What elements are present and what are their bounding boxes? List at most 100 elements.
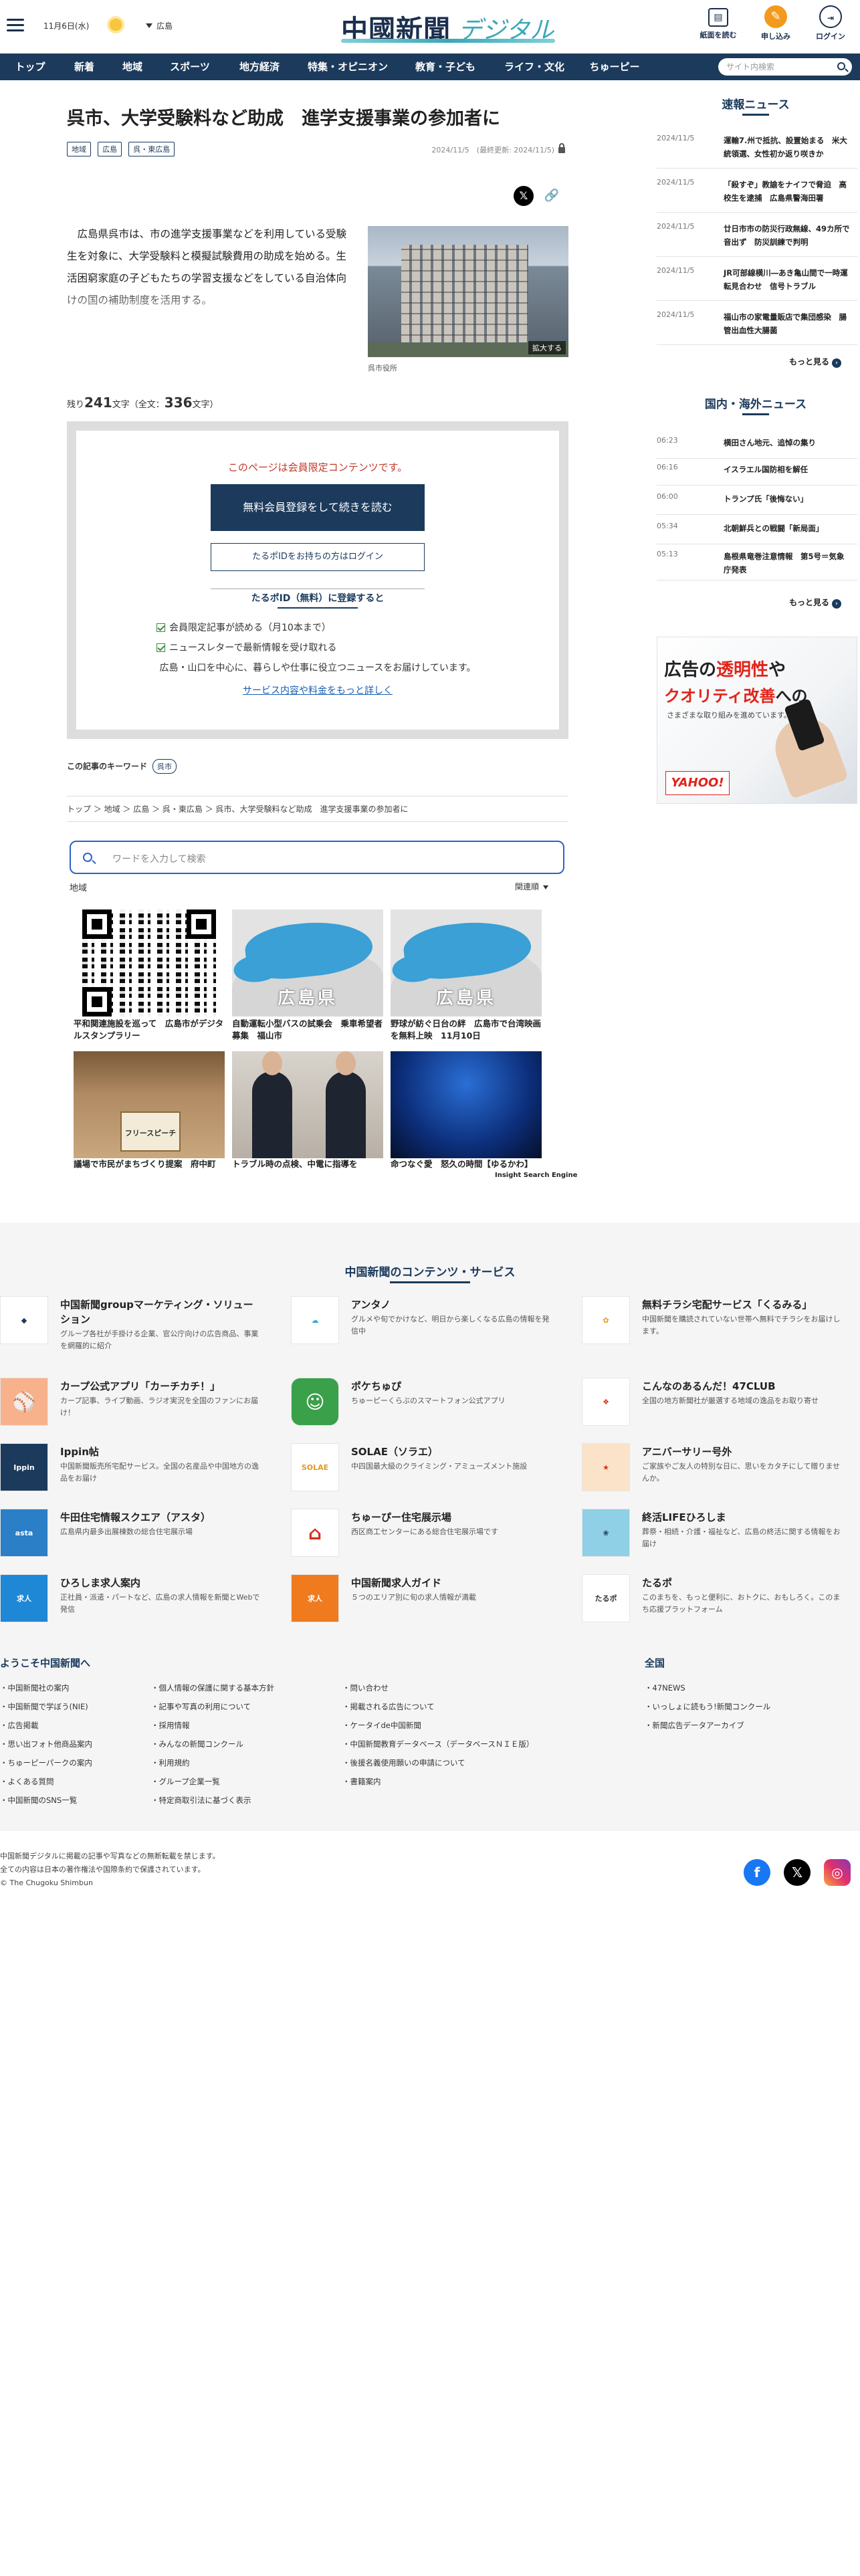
breaking-news-item[interactable]: 2024/11/5 「殺すぞ」教諭をナイフで脅迫 高校生を逮捕 広島県警海田署: [657, 178, 857, 213]
tarupo-login-button[interactable]: たるポIDをお持ちの方はログイン: [211, 543, 425, 571]
footer-link[interactable]: 後援名義使用願いの申請について: [342, 1757, 465, 1768]
footer-link[interactable]: 掲載される広告について: [342, 1701, 435, 1712]
service-item[interactable]: ☁ アンタノ グルメや旬でかけなど、明日から楽しくなる広島の情報を発信中: [291, 1296, 558, 1350]
footer-link[interactable]: 47NEWS: [645, 1683, 685, 1693]
service-details-link[interactable]: サービス内容や料金をもっと詳しく: [76, 683, 559, 697]
world-news-item[interactable]: 05:13 島根県竜巻注意情報 第5号＝気象庁発表: [657, 550, 857, 580]
service-item[interactable]: ★ アニバーサリー号外 ご家族やご友人の特別な日に、思いをカタチにして贈りません…: [582, 1443, 849, 1497]
breaking-news-item[interactable]: 2024/11/5 廿日市市の防災行政無線、49カ所で音出ず 防災訓練で判明: [657, 222, 857, 257]
world-news-item[interactable]: 06:16 イスラエル国防相を解任: [657, 463, 857, 486]
service-item[interactable]: 求人 中国新聞求人ガイド ５つのエリア別に旬の求人情報が満載: [291, 1574, 558, 1628]
footer-link[interactable]: 特定商取引法に基づく表示: [151, 1795, 251, 1806]
search-result-caption[interactable]: 議場で市民がまちづくり提案 府中町: [74, 1158, 225, 1182]
footer-link[interactable]: 書籍案内: [342, 1776, 381, 1787]
sidebar-ad-banner[interactable]: 広告の透明性や クオリティ改善への さまざまな取り組みを進めています。 YAHO…: [657, 637, 857, 804]
nav-region[interactable]: 地域: [108, 53, 156, 80]
footer-link[interactable]: 問い合わせ: [342, 1683, 389, 1693]
nav-life[interactable]: ライフ・文化: [491, 53, 578, 80]
footer-link[interactable]: 利用規約: [151, 1757, 190, 1768]
nav-opinion[interactable]: 特集・オピニオン: [296, 53, 400, 80]
x-icon[interactable]: 𝕏: [784, 1859, 811, 1886]
service-item[interactable]: ✿ 無料チラシ宅配サービス「くるみる」 中国新聞を購読されていない世帯へ無料でチ…: [582, 1296, 849, 1350]
service-item[interactable]: Ippin Ippin帖 中国新聞販売所宅配サービス。全国の名産品や中国地方の逸…: [0, 1443, 267, 1497]
weather-sun-icon[interactable]: [107, 16, 124, 33]
article-search-input[interactable]: ワードを入力して検索: [70, 841, 564, 874]
nav-economy[interactable]: 地方経済: [223, 53, 296, 80]
footer-link[interactable]: ケータイde中国新聞: [342, 1720, 421, 1731]
read-paper-button[interactable]: ▤ 紙面を読む: [698, 5, 738, 40]
search-result-thumb[interactable]: フリースピーチ: [74, 1051, 225, 1158]
site-logo[interactable]: 中國新聞 デジタル: [334, 5, 562, 45]
service-item[interactable]: asta 牛田住宅情報スクエア（アスタ） 広島県内最多出展棟数の総合住宅展示場: [0, 1509, 267, 1562]
footer-link[interactable]: 中国新聞で学ぼう(NIE): [0, 1701, 88, 1712]
footer-link[interactable]: よくある質問: [0, 1776, 54, 1787]
world-news-item[interactable]: 06:23 横田さん地元、追悼の集り: [657, 436, 857, 459]
tag-kure[interactable]: 呉・東広島: [128, 142, 175, 156]
subscribe-label: 申し込み: [761, 32, 790, 41]
world-news-item[interactable]: 05:34 北朝鮮兵との戦闘「新局面」: [657, 522, 857, 544]
nav-education[interactable]: 教育・子ども: [400, 53, 491, 80]
share-x-icon[interactable]: 𝕏: [514, 186, 534, 206]
login-button[interactable]: ⇥ ログイン: [811, 5, 851, 41]
search-result-thumb[interactable]: 広島県: [391, 909, 542, 1016]
service-item[interactable]: ⚾ カープ公式アプリ「カーチカチ！」 カープ記事、ライブ動画、ラジオ実況を全国の…: [0, 1378, 267, 1431]
footer-link[interactable]: 中国新聞教育データベース（データベースＮＩＥ版）: [342, 1739, 534, 1749]
facebook-icon[interactable]: f: [744, 1859, 770, 1886]
world-news-item[interactable]: 06:00 トランプ氏「後悔ない」: [657, 492, 857, 515]
search-result-caption[interactable]: 平和関連施設を巡って 広島市がデジタルスタンプラリー: [74, 1018, 225, 1042]
service-item[interactable]: ☺ ポケちゅぴ ちゅーピーくらぶのスマートフォン公式アプリ: [291, 1378, 558, 1431]
search-result-thumb[interactable]: [391, 1051, 542, 1158]
nav-chupi[interactable]: ちゅーピー: [578, 53, 651, 80]
footer-link[interactable]: 記事や写真の利用について: [151, 1701, 251, 1712]
service-desc: 中国新聞販売所宅配サービス。全国の名産品や中国地方の逸品をお届け: [60, 1462, 259, 1483]
world-more-link[interactable]: もっと見る ›: [789, 597, 842, 609]
nav-sports[interactable]: スポーツ: [156, 53, 223, 80]
search-result-thumb[interactable]: [232, 1051, 383, 1158]
region-selector[interactable]: 広島: [146, 20, 173, 31]
footer-link[interactable]: いっしょに読もう!新聞コンクール: [645, 1701, 771, 1712]
breadcrumb[interactable]: トップ ＞ 地域 ＞ 広島 ＞ 呉・東広島 ＞ 呉市、大学受験料など助成 進学支…: [67, 796, 568, 822]
service-item[interactable]: 求人 ひろしま求人案内 正社員・派遣・パートなど、広島の求人情報を新聞とWebで…: [0, 1574, 267, 1628]
breaking-news-item[interactable]: 2024/11/5 運輸7.州で抵抗、設置始まる 米大統領選、女性初か返り咲きか: [657, 134, 857, 169]
footer-link[interactable]: 中国新聞のSNS一覧: [0, 1795, 78, 1806]
search-result-caption[interactable]: 自動運転小型バスの試乗会 乗車希望者募集 福山市: [232, 1018, 383, 1042]
service-item[interactable]: たるポ たるポ このまちを、もっと便利に、おトクに、おもしろく。このまち応援プラ…: [582, 1574, 849, 1628]
footer-link[interactable]: 個人情報の保護に関する基本方針: [151, 1683, 275, 1693]
sort-select[interactable]: 関連順: [515, 881, 549, 892]
service-item[interactable]: SOLAE SOLAE（ソラエ） 中四国最大級のクライミング・アミューズメント施…: [291, 1443, 558, 1497]
menu-icon[interactable]: [7, 19, 24, 32]
search-result-thumb[interactable]: 広島県: [232, 909, 383, 1016]
service-item[interactable]: ⌂ ちゅーぴー住宅展示場 西区商工センターにある総合住宅展示場です: [291, 1509, 558, 1562]
copy-link-icon[interactable]: 🔗: [543, 187, 560, 205]
search-icon[interactable]: [837, 62, 845, 70]
register-button[interactable]: 無料会員登録をして続きを読む: [211, 484, 425, 531]
article-photo[interactable]: 拡大する: [368, 226, 568, 357]
tag-hiroshima[interactable]: 広島: [98, 142, 122, 156]
service-item[interactable]: ◆ 中国新聞groupマーケティング・ソリューション グループ各社が手掛ける企業…: [0, 1296, 267, 1350]
footer-link[interactable]: 新聞広告データアーカイブ: [645, 1720, 744, 1731]
asta-logo-icon: asta: [0, 1509, 48, 1557]
footer-link[interactable]: 中国新聞社の案内: [0, 1683, 70, 1693]
breaking-news-item[interactable]: 2024/11/5 JR可部線横川―あき亀山間で一時運転見合わせ 信号トラブル: [657, 266, 857, 301]
search-result-caption[interactable]: トラブル時の点検、中電に指導を: [232, 1158, 383, 1182]
service-item[interactable]: ❖ こんなのあるんだ！47CLUB 全国の地方新聞社が厳選する地域の逸品をお取り…: [582, 1378, 849, 1431]
service-item[interactable]: ❀ 終活LIFEひろしま 葬祭・相続・介護・福祉など、広島の終活に関する情報をお…: [582, 1509, 849, 1562]
footer-link[interactable]: ちゅーピーパークの案内: [0, 1757, 92, 1768]
keyword-tag[interactable]: 呉市: [152, 759, 177, 774]
enlarge-button[interactable]: 拡大する: [528, 341, 566, 354]
search-result-caption[interactable]: 野球が紡ぐ日台の絆 広島市で台湾映画を無料上映 11月10日: [391, 1018, 542, 1042]
breaking-news-item[interactable]: 2024/11/5 福山市の家電量販店で集団感染 腸管出血性大腸菌: [657, 310, 857, 345]
search-result-thumb[interactable]: [74, 909, 225, 1016]
breaking-more-link[interactable]: もっと見る ›: [789, 356, 842, 368]
footer-link[interactable]: 広告掲載: [0, 1720, 39, 1731]
footer-link[interactable]: グループ企業一覧: [151, 1776, 220, 1787]
tag-region[interactable]: 地域: [67, 142, 91, 156]
instagram-icon[interactable]: ◎: [824, 1859, 851, 1886]
footer-link[interactable]: 思い出フォト他商品案内: [0, 1739, 93, 1749]
footer-link[interactable]: 採用情報: [151, 1720, 190, 1731]
nav-new[interactable]: 新着: [60, 53, 108, 80]
site-search-input[interactable]: サイト内検索: [718, 58, 852, 76]
nav-top[interactable]: トップ: [0, 53, 60, 80]
subscribe-button[interactable]: ✎ 申し込み: [756, 5, 796, 41]
footer-link[interactable]: みんなの新聞コンクール: [151, 1739, 244, 1749]
